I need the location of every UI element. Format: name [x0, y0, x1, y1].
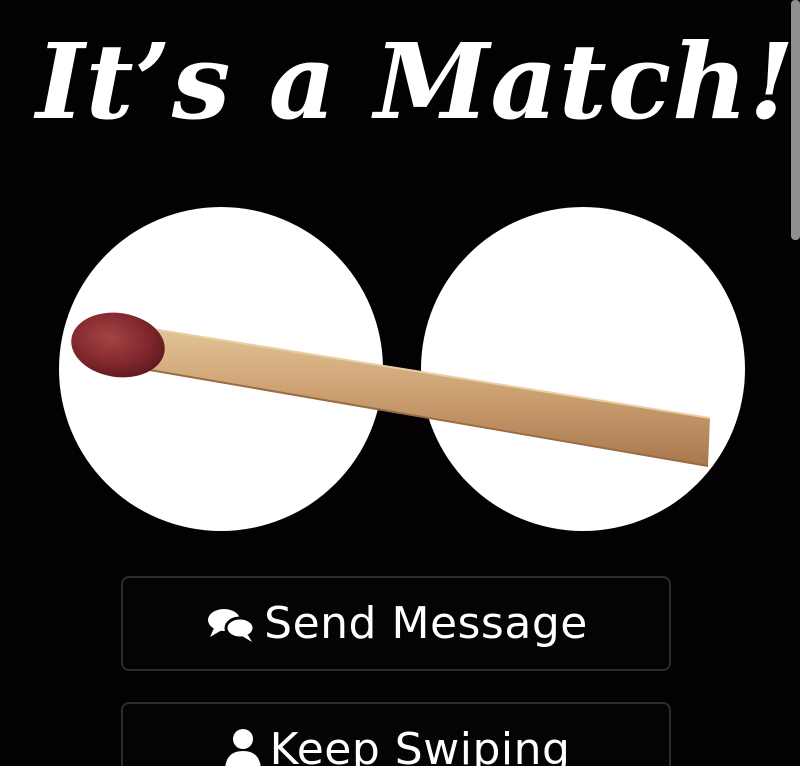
right-profile-photo[interactable]: [421, 207, 745, 531]
keep-swiping-label: Keep Swiping: [269, 724, 571, 766]
keep-swiping-button[interactable]: Keep Swiping: [121, 702, 671, 766]
chat-bubbles-icon: [204, 604, 258, 644]
person-icon: [222, 727, 264, 766]
send-message-label: Send Message: [264, 598, 588, 649]
match-screen: It’s a Match! Send Message Keep Swiping: [0, 0, 800, 766]
send-message-button[interactable]: Send Message: [121, 576, 671, 671]
match-photos: [59, 207, 745, 531]
